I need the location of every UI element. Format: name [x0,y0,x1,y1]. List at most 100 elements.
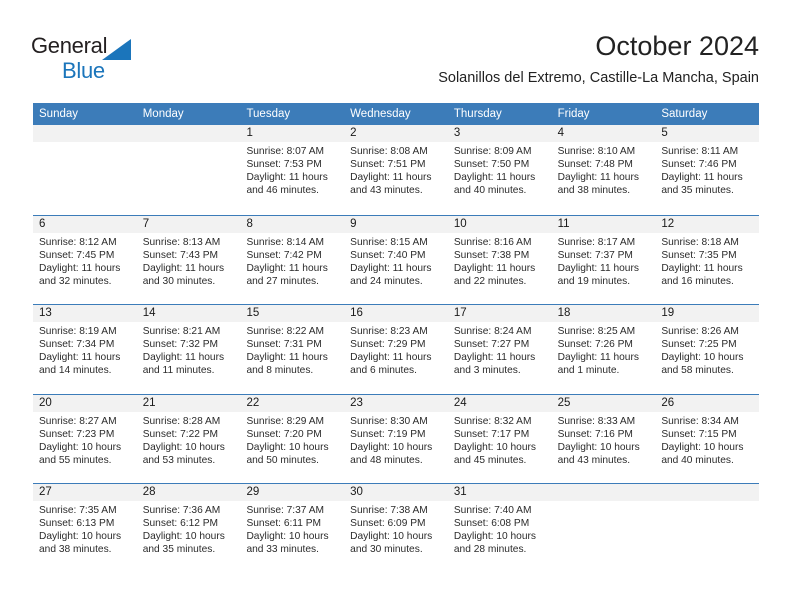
title-block: October 2024 Solanillos del Extremo, Cas… [438,30,759,87]
day-cell[interactable]: 22 Sunrise: 8:29 AM Sunset: 7:20 PM Dayligh… [240,394,345,484]
daylight-text-line2: and 38 minutes. [39,544,112,556]
day-number: 14 [136,305,241,322]
day-cell[interactable]: 13 Sunrise: 8:19 AM Sunset: 7:34 PM Dayligh… [33,305,137,394]
sunrise-text: Sunrise: 8:19 AM [39,326,117,337]
sunset-text: Sunset: 7:42 PM [246,249,322,261]
day-number: 18 [551,305,656,322]
daylight-text-line1: Daylight: 10 hours [350,441,433,453]
day-details: Sunrise: 8:22 AM Sunset: 7:31 PM Daylight:… [240,322,344,377]
daylight-text-line2: and 19 minutes. [557,275,631,287]
sunrise-text: Sunrise: 8:08 AM [350,146,428,157]
day-cell[interactable]: 8 Sunrise: 8:14 AM Sunset: 7:42 PM Daylight… [240,215,345,305]
day-cell-empty [33,125,137,215]
day-cell[interactable]: 11 Sunrise: 8:17 AM Sunset: 7:37 PM Dayligh… [551,215,656,305]
brand-logo[interactable]: General Blue [31,33,161,85]
day-cell[interactable]: 16 Sunrise: 8:23 AM Sunset: 7:29 PM Dayligh… [344,305,448,394]
day-number: 27 [33,484,137,501]
day-details: Sunrise: 8:24 AM Sunset: 7:27 PM Daylight:… [448,322,552,377]
day-number: 22 [240,394,345,412]
day-cell[interactable]: 26 Sunrise: 8:34 AM Sunset: 7:15 PM Dayligh… [655,394,760,484]
day-details: Sunrise: 8:13 AM Sunset: 7:43 PM Daylight:… [137,233,241,288]
daylight-text-line2: and 3 minutes. [453,365,521,377]
calendar-week-row: 6 Sunrise: 8:12 AM Sunset: 7:45 PM Daylight… [33,214,760,305]
day-cell[interactable]: 1 Sunrise: 8:07 AM Sunset: 7:53 PM Daylight… [240,125,345,215]
day-cell[interactable]: 31 Sunrise: 7:40 AM Sunset: 6:08 PM Dayligh… [447,484,552,573]
daylight-text-line1: Daylight: 10 hours [246,531,329,543]
day-cell[interactable]: 25 Sunrise: 8:33 AM Sunset: 7:16 PM Dayligh… [551,394,656,484]
brand-name-blue: Blue [62,58,105,83]
day-number: 11 [551,215,656,233]
weekday-header-friday: Friday [557,108,590,120]
day-cell[interactable]: 9 Sunrise: 8:15 AM Sunset: 7:40 PM Daylight… [344,215,448,305]
day-cell[interactable]: 21 Sunrise: 8:28 AM Sunset: 7:22 PM Dayligh… [136,394,241,484]
day-cell[interactable]: 23 Sunrise: 8:30 AM Sunset: 7:19 PM Dayligh… [344,394,448,484]
sunrise-text: Sunrise: 8:29 AM [246,415,325,427]
day-cell[interactable]: 4 Sunrise: 8:10 AM Sunset: 7:48 PM Daylight… [551,125,656,215]
page-subtitle: Solanillos del Extremo, Castille-La Manc… [438,70,759,86]
sunset-text: Sunset: 7:38 PM [453,249,530,261]
daylight-text-line1: Daylight: 11 hours [350,172,432,184]
day-number: 2 [344,125,448,142]
day-cell[interactable]: 28 Sunrise: 7:36 AM Sunset: 6:12 PM Dayligh… [136,484,241,573]
daylight-text-line2: and 30 minutes. [350,544,423,556]
weekday-header-sunday: Sunday [39,108,79,120]
day-details: Sunrise: 8:21 AM Sunset: 7:32 PM Daylight:… [137,322,241,377]
daylight-text-line1: Daylight: 11 hours [453,262,536,274]
day-number: 30 [344,484,448,501]
day-cell[interactable]: 5 Sunrise: 8:11 AM Sunset: 7:46 PM Daylight… [655,125,760,215]
day-details: Sunrise: 8:11 AM Sunset: 7:46 PM Daylight:… [655,142,759,197]
day-details: Sunrise: 8:30 AM Sunset: 7:19 PM Daylight:… [344,412,448,467]
day-cell[interactable]: 15 Sunrise: 8:22 AM Sunset: 7:31 PM Dayligh… [240,305,345,394]
day-cell[interactable]: 29 Sunrise: 7:37 AM Sunset: 6:11 PM Dayligh… [240,484,345,573]
day-cell-empty [136,125,241,215]
daylight-text-line2: and 38 minutes. [557,185,631,197]
day-number: 17 [447,305,552,322]
sunrise-text: Sunrise: 8:16 AM [453,236,532,248]
day-number: 1 [240,125,345,142]
day-number: 10 [447,215,552,233]
sunrise-text: Sunrise: 8:34 AM [661,415,739,427]
day-number: 8 [240,215,345,233]
day-number: 16 [344,305,448,322]
sunrise-text: Sunrise: 8:28 AM [142,415,221,427]
day-cell[interactable]: 14 Sunrise: 8:21 AM Sunset: 7:32 PM Dayligh… [136,305,241,394]
day-details: Sunrise: 8:12 AM Sunset: 7:45 PM Daylight:… [33,233,137,288]
sunrise-text: Sunrise: 8:27 AM [39,415,117,427]
sunset-text: Sunset: 7:46 PM [661,159,737,171]
sunset-text: Sunset: 6:09 PM [350,518,426,530]
day-cell[interactable]: 27 Sunrise: 7:35 AM Sunset: 6:13 PM Dayligh… [33,484,137,573]
day-cell[interactable]: 20 Sunrise: 8:27 AM Sunset: 7:23 PM Dayligh… [33,394,137,484]
day-cell[interactable]: 12 Sunrise: 8:18 AM Sunset: 7:35 PM Dayligh… [655,215,760,305]
sunrise-text: Sunrise: 8:24 AM [453,326,532,337]
day-cell[interactable]: 7 Sunrise: 8:13 AM Sunset: 7:43 PM Daylight… [136,215,241,305]
daylight-text-line1: Daylight: 11 hours [246,262,328,274]
day-cell[interactable]: 6 Sunrise: 8:12 AM Sunset: 7:45 PM Daylight… [33,215,137,305]
daylight-text-line1: Daylight: 10 hours [661,352,744,364]
day-details: Sunrise: 8:34 AM Sunset: 7:15 PM Daylight:… [655,412,759,467]
day-cell[interactable]: 17 Sunrise: 8:24 AM Sunset: 7:27 PM Dayligh… [447,305,552,394]
sunset-text: Sunset: 7:37 PM [557,249,633,261]
daylight-text-line1: Daylight: 11 hours [39,352,121,364]
day-number: 5 [655,125,760,142]
day-number: 13 [33,305,137,322]
daylight-text-line1: Daylight: 11 hours [246,172,328,184]
daylight-text-line2: and 33 minutes. [246,544,319,556]
day-cell[interactable]: 30 Sunrise: 7:38 AM Sunset: 6:09 PM Dayligh… [344,484,448,573]
day-number: 15 [240,305,345,322]
sunset-text: Sunset: 7:45 PM [39,249,115,261]
day-cell[interactable]: 19 Sunrise: 8:26 AM Sunset: 7:25 PM Dayligh… [655,305,760,394]
sunrise-text: Sunrise: 7:38 AM [350,505,428,516]
daylight-text-line1: Daylight: 11 hours [453,172,536,184]
day-number: 26 [655,394,760,412]
day-cell[interactable]: 3 Sunrise: 8:09 AM Sunset: 7:50 PM Daylight… [447,125,552,215]
day-cell[interactable]: 18 Sunrise: 8:25 AM Sunset: 7:26 PM Dayligh… [551,305,656,394]
daylight-text-line1: Daylight: 11 hours [661,262,743,274]
weekday-header-monday: Monday [142,108,184,120]
day-cell[interactable]: 10 Sunrise: 8:16 AM Sunset: 7:38 PM Dayligh… [447,215,552,305]
day-cell[interactable]: 24 Sunrise: 8:32 AM Sunset: 7:17 PM Dayligh… [447,394,552,484]
day-details: Sunrise: 7:36 AM Sunset: 6:12 PM Daylight:… [137,501,241,556]
calendar-grid: Sunday Monday Tuesday Wednesday Thursday Frid… [33,103,760,573]
daylight-text-line1: Daylight: 11 hours [39,262,121,274]
day-cell[interactable]: 2 Sunrise: 8:08 AM Sunset: 7:51 PM Daylight… [344,125,448,215]
day-details: Sunrise: 8:10 AM Sunset: 7:48 PM Daylight:… [552,142,656,197]
